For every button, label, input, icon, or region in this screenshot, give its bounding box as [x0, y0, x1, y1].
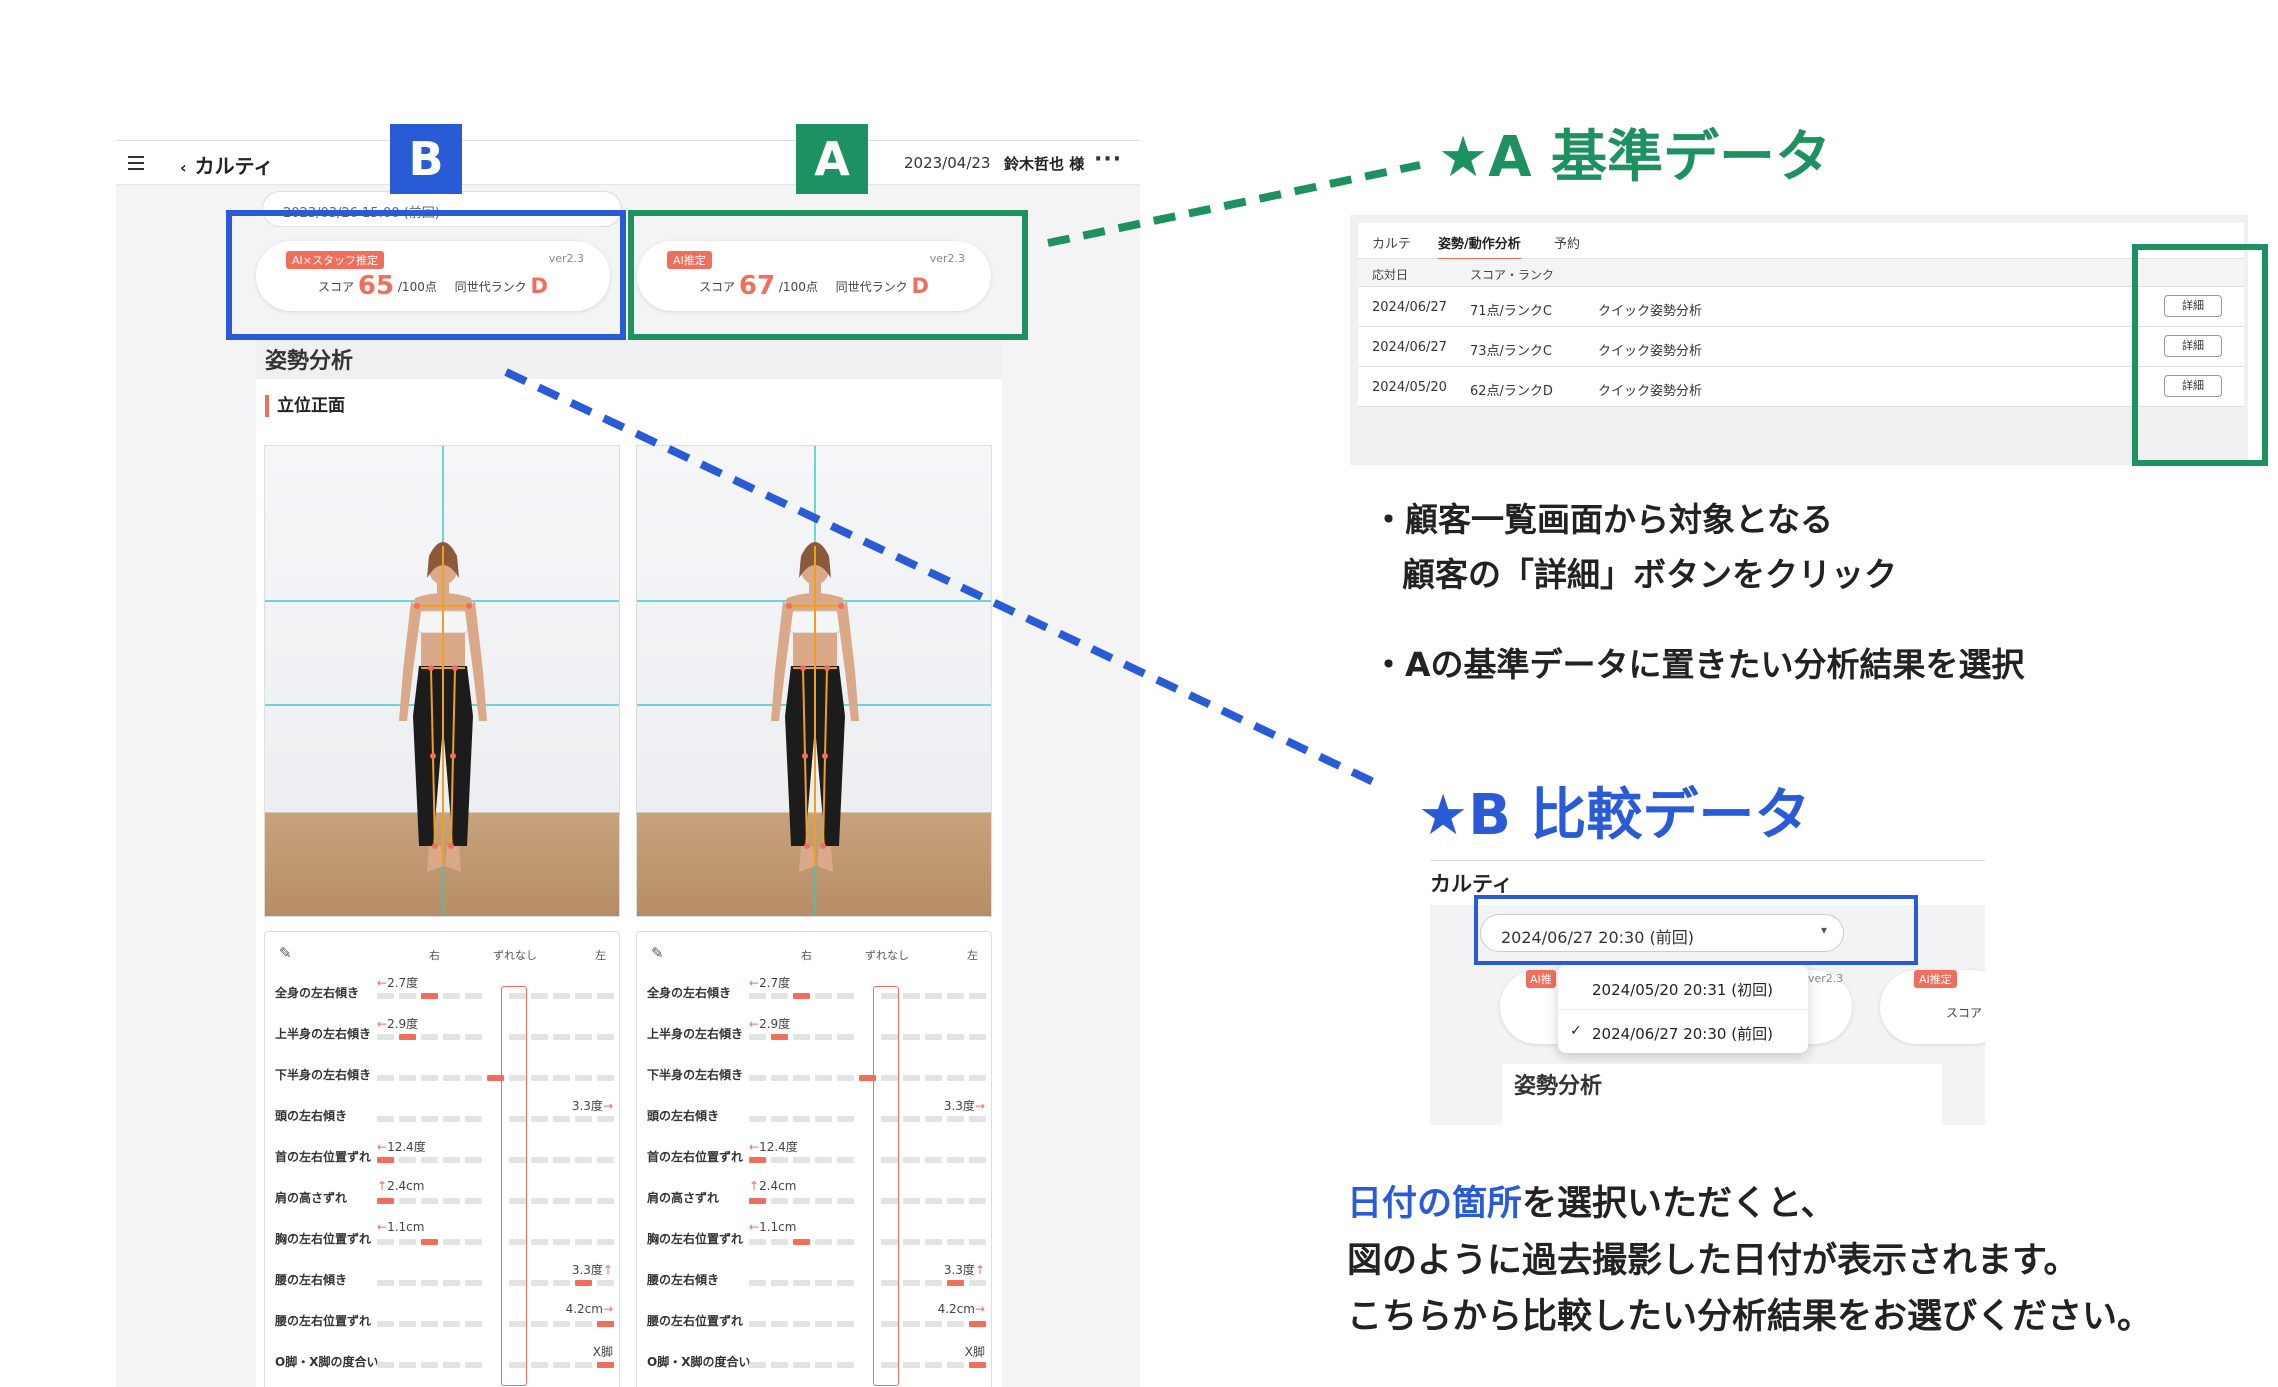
- heading-a: ★A 基準データ: [1438, 125, 1832, 190]
- tab-posture-analysis[interactable]: 姿勢/動作分析: [1438, 233, 1521, 260]
- tab-reservation[interactable]: 予約: [1554, 233, 1580, 252]
- detail-buttons-frame: [2132, 244, 2268, 466]
- history-row: 2024/06/27 71点/ランクC クイック姿勢分析 詳細: [1358, 287, 2244, 327]
- instruction-bullet-1-cont: 顧客の「詳細」ボタンをクリック: [1402, 555, 1897, 594]
- date-options-menu: 2024/05/20 20:31 (初回) ✓ 2024/06/27 20:30…: [1558, 965, 1808, 1053]
- explanation-line-2: 図のように過去撮影した日付が表示されます。: [1347, 1241, 2079, 1281]
- check-icon: ✓: [1570, 1023, 1582, 1039]
- history-table-header: 応対日 スコア・ランク: [1358, 259, 2244, 287]
- date-option-first[interactable]: 2024/05/20 20:31 (初回): [1592, 979, 1773, 1000]
- history-row: 2024/05/20 62点/ランクD クイック姿勢分析 詳細: [1358, 367, 2244, 407]
- tab-bar: カルテ 姿勢/動作分析 予約: [1358, 223, 2244, 260]
- heading-b: ★B 比較データ: [1418, 783, 1811, 848]
- date-option-previous[interactable]: 2024/06/27 20:30 (前回): [1592, 1023, 1773, 1044]
- date-select-frame: [1474, 895, 1918, 965]
- explanation-line-3: こちらから比較したい分析結果をお選びください。: [1347, 1297, 2153, 1337]
- instruction-bullet-1: ・顧客一覧画面から対象となる: [1372, 500, 1834, 539]
- explanation-line-1: 日付の箇所を選択いただくと、: [1347, 1184, 1836, 1224]
- history-list-screenshot: カルテ 姿勢/動作分析 予約 応対日 スコア・ランク 2024/06/27 71…: [1350, 215, 2248, 465]
- connector-lines: [504, 161, 1421, 790]
- history-row: 2024/06/27 73点/ランクC クイック姿勢分析 詳細: [1358, 327, 2244, 367]
- tab-karte[interactable]: カルテ: [1372, 233, 1411, 252]
- instruction-bullet-2: ・Aの基準データに置きたい分析結果を選択: [1372, 645, 2025, 684]
